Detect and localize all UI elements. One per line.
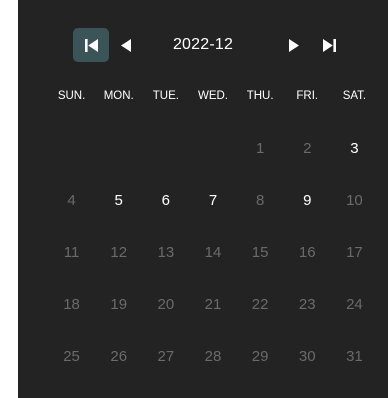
weekday-monday: MON.: [103, 90, 134, 102]
day-cell: 10: [346, 191, 363, 209]
empty-day-cell: [95, 122, 142, 174]
day-cell: 18: [63, 295, 80, 313]
weekday-thursday: THU.: [246, 90, 274, 102]
weekday-tuesday: TUE.: [152, 90, 179, 102]
empty-day-cell: [189, 122, 236, 174]
day-cell: 21: [204, 295, 222, 313]
day-cell[interactable]: 9: [284, 174, 331, 226]
day-cell: 1: [255, 139, 265, 157]
day-cell: 24: [346, 295, 363, 313]
day-cell: 2: [303, 139, 312, 157]
day-cell: 16: [298, 243, 316, 261]
day-cell: 4: [67, 191, 76, 209]
day-cell: 8: [255, 191, 265, 209]
day-cell[interactable]: 3: [331, 122, 378, 174]
weekday-friday: FRI.: [296, 90, 319, 102]
empty-day-cell: [48, 122, 95, 174]
day-cell: 29: [251, 347, 269, 365]
day-cell: 25: [63, 347, 80, 365]
day-cell: 26: [110, 347, 128, 365]
day-cell: 27: [157, 347, 175, 365]
day-cell: 14: [204, 243, 222, 261]
day-cell: 30: [298, 347, 316, 365]
calendar: 2022-12 SUN. MON. TUE. WED. THU. FRI. SA…: [18, 0, 388, 398]
day-cell: 11: [63, 243, 80, 261]
day-cell[interactable]: 5: [95, 174, 142, 226]
empty-day-cell: [142, 122, 189, 174]
day-cell: 19: [110, 295, 128, 313]
day-cell: 15: [251, 243, 269, 261]
day-cell[interactable]: 7: [189, 174, 236, 226]
skip-to-last-icon: [322, 38, 336, 52]
weekday-saturday: SAT.: [342, 90, 367, 102]
last-month-button[interactable]: [311, 28, 347, 62]
calendar-header: 2022-12: [18, 22, 388, 66]
next-month-button[interactable]: [276, 28, 312, 62]
day-cell: 13: [157, 243, 175, 261]
days-grid: 1 2 3 4 5 6 7 8 9 10 11 12 13 14 15 16 17 18 19 20 21 22 23 24 2…: [48, 122, 378, 382]
day-cell: 20: [157, 295, 175, 313]
day-cell: 31: [346, 347, 363, 365]
day-cell: 23: [298, 295, 316, 313]
weekday-header-row: SUN. MON. TUE. WED. THU. FRI. SAT.: [48, 90, 378, 110]
day-cell: 12: [110, 243, 128, 261]
weekday-wednesday: WED.: [197, 90, 228, 102]
weekday-sunday: SUN.: [57, 90, 86, 102]
triangle-right-icon: [289, 38, 299, 52]
day-cell: 28: [204, 347, 222, 365]
day-cell: 22: [251, 295, 269, 313]
day-cell[interactable]: 6: [142, 174, 189, 226]
day-cell: 17: [346, 243, 363, 261]
